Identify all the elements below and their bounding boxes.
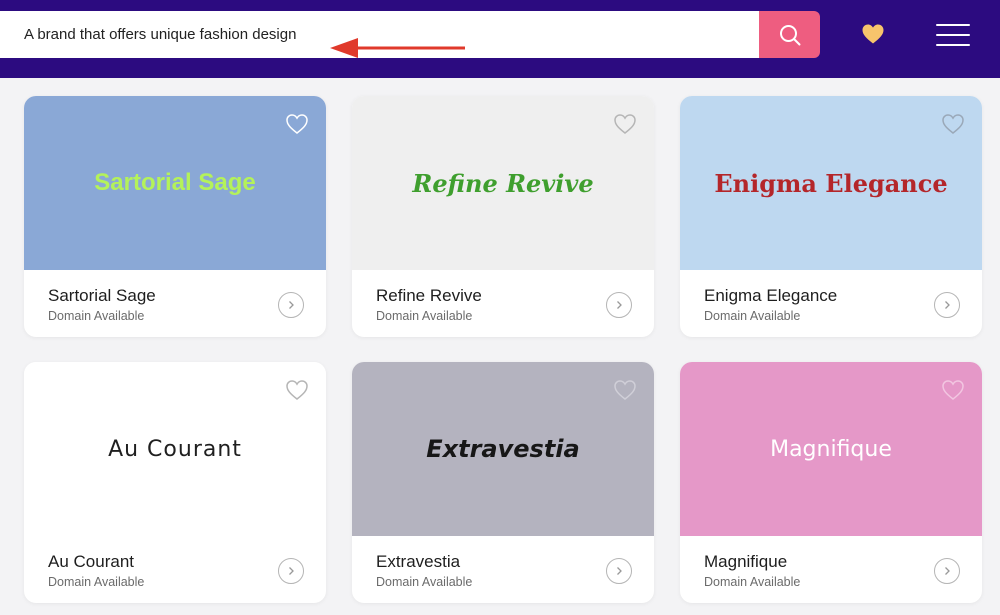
brand-name: Enigma Elegance bbox=[704, 286, 838, 305]
brand-name: Refine Revive bbox=[376, 286, 482, 305]
brand-logo-text: Extravestia bbox=[426, 435, 580, 463]
heart-outline-icon[interactable] bbox=[613, 379, 637, 401]
domain-status: Domain Available bbox=[48, 575, 145, 589]
menu-button[interactable] bbox=[936, 22, 972, 48]
brand-logo-text: Refine Revive bbox=[412, 168, 594, 198]
brand-card[interactable]: Refine Revive Refine Revive Domain Avail… bbox=[352, 96, 654, 337]
search-bar bbox=[0, 11, 820, 58]
brand-card[interactable]: Extravestia Extravestia Domain Available bbox=[352, 362, 654, 603]
chevron-right-circle-icon bbox=[617, 567, 622, 575]
domain-status: Domain Available bbox=[704, 309, 801, 323]
hamburger-menu-icon bbox=[936, 24, 970, 26]
heart-outline-icon[interactable] bbox=[285, 379, 309, 401]
domain-status: Domain Available bbox=[376, 575, 473, 589]
brand-logo-preview: Enigma Elegance bbox=[680, 96, 982, 270]
card-footer: Extravestia Domain Available bbox=[352, 536, 654, 603]
card-footer: Sartorial Sage Domain Available bbox=[24, 270, 326, 337]
open-brand-button[interactable] bbox=[934, 558, 960, 584]
open-brand-button[interactable] bbox=[278, 292, 304, 318]
brand-card[interactable]: Magnifique Magnifique Domain Available bbox=[680, 362, 982, 603]
open-brand-button[interactable] bbox=[606, 558, 632, 584]
card-footer: Magnifique Domain Available bbox=[680, 536, 982, 603]
brand-logo-preview: Sartorial Sage bbox=[24, 96, 326, 270]
brand-logo-text: Sartorial Sage bbox=[94, 169, 256, 196]
domain-status: Domain Available bbox=[704, 575, 801, 589]
chevron-right-circle-icon bbox=[945, 301, 950, 309]
open-brand-button[interactable] bbox=[606, 292, 632, 318]
brand-logo-preview: Au Courant bbox=[24, 362, 326, 536]
chevron-right-circle-icon bbox=[289, 567, 294, 575]
brand-logo-text: Magnifique bbox=[770, 436, 892, 462]
card-footer: Au Courant Domain Available bbox=[24, 536, 326, 603]
brand-logo-text: Enigma Elegance bbox=[714, 168, 948, 198]
heart-outline-icon[interactable] bbox=[941, 379, 965, 401]
brand-card[interactable]: Sartorial Sage Sartorial Sage Domain Ava… bbox=[24, 96, 326, 337]
brand-logo-preview: Magnifique bbox=[680, 362, 982, 536]
favorites-button[interactable] bbox=[858, 20, 888, 48]
brand-logo-preview: Refine Revive bbox=[352, 96, 654, 270]
heart-outline-icon[interactable] bbox=[613, 113, 637, 135]
brand-logo-preview: Extravestia bbox=[352, 362, 654, 536]
search-button[interactable] bbox=[759, 11, 820, 58]
open-brand-button[interactable] bbox=[278, 558, 304, 584]
hamburger-menu-icon bbox=[936, 44, 970, 46]
chevron-right-circle-icon bbox=[289, 301, 294, 309]
heart-outline-icon[interactable] bbox=[285, 113, 309, 135]
hamburger-menu-icon bbox=[936, 34, 970, 36]
heart-outline-icon[interactable] bbox=[941, 113, 965, 135]
brand-name: Extravestia bbox=[376, 552, 461, 571]
brand-card[interactable]: Au Courant Au Courant Domain Available bbox=[24, 362, 326, 603]
chevron-right-circle-icon bbox=[945, 567, 950, 575]
domain-status: Domain Available bbox=[48, 309, 145, 323]
card-footer: Refine Revive Domain Available bbox=[352, 270, 654, 337]
brand-name: Magnifique bbox=[704, 552, 788, 571]
heart-icon bbox=[862, 24, 884, 44]
brand-logo-text: Au Courant bbox=[108, 436, 242, 462]
domain-status: Domain Available bbox=[376, 309, 473, 323]
card-footer: Enigma Elegance Domain Available bbox=[680, 270, 982, 337]
annotation-arrow bbox=[330, 38, 465, 58]
header-bar bbox=[0, 0, 1000, 78]
brand-name: Sartorial Sage bbox=[48, 286, 156, 305]
chevron-right-circle-icon bbox=[617, 301, 622, 309]
search-icon bbox=[779, 24, 800, 45]
open-brand-button[interactable] bbox=[934, 292, 960, 318]
brand-name: Au Courant bbox=[48, 552, 134, 571]
brand-card[interactable]: Enigma Elegance Enigma Elegance Domain A… bbox=[680, 96, 982, 337]
